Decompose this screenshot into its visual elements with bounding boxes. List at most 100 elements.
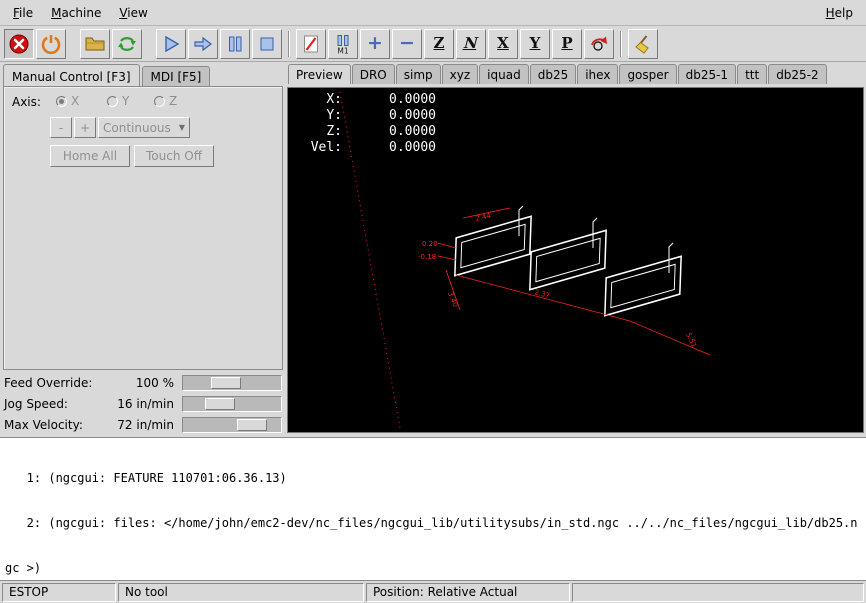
tab-xyz[interactable]: xyz bbox=[442, 64, 479, 84]
jog-speed-row: Jog Speed: 16 in/min bbox=[4, 394, 282, 414]
radio-circle bbox=[107, 96, 118, 107]
tab-manual-control[interactable]: Manual Control [F3] bbox=[3, 64, 140, 86]
view-z-button[interactable]: Z bbox=[424, 29, 454, 59]
tab-ttt[interactable]: ttt bbox=[737, 64, 767, 84]
toolpath-shape-3 bbox=[605, 256, 681, 315]
axis-label: Axis: bbox=[12, 95, 41, 109]
dro-readout: X: 0.0000 Y: 0.0000 Z: 0.0000 Vel: 0.000… bbox=[296, 92, 436, 156]
stop-program-button[interactable] bbox=[252, 29, 282, 59]
menu-help[interactable]: Help bbox=[817, 2, 862, 24]
zoom-in-button[interactable]: + bbox=[360, 29, 390, 59]
slider-handle[interactable] bbox=[237, 419, 267, 431]
tab-mdi[interactable]: MDI [F5] bbox=[142, 66, 211, 86]
jog-speed-slider[interactable] bbox=[182, 396, 282, 412]
zoom-out-button[interactable]: − bbox=[392, 29, 422, 59]
tab-ihex[interactable]: ihex bbox=[577, 64, 618, 84]
max-velocity-label: Max Velocity: bbox=[4, 418, 100, 432]
minus-icon: − bbox=[399, 34, 415, 53]
tab-db25-2[interactable]: db25-2 bbox=[768, 64, 826, 84]
clear-plot-broom-icon bbox=[632, 33, 654, 55]
gcode-line[interactable]: 1: (ngcgui: FEATURE 110701:06.36.13) bbox=[5, 471, 866, 486]
status-filler bbox=[572, 583, 864, 602]
dimension-labels: 0.20 -0.18 2.44 3.40 2.37 5.51 bbox=[418, 212, 698, 349]
toolbar: M1 + − Z N X Y P bbox=[0, 26, 866, 62]
chevron-down-icon: ▼ bbox=[179, 123, 185, 132]
reload-icon bbox=[116, 33, 138, 55]
view-z-icon: Z bbox=[434, 36, 445, 51]
slider-handle[interactable] bbox=[211, 377, 241, 389]
dro-z-value: 0.0000 bbox=[342, 124, 436, 140]
preview-canvas[interactable]: 0.20 -0.18 2.44 3.40 2.37 5.51 X: 0.0000… bbox=[287, 87, 864, 433]
open-file-button[interactable] bbox=[80, 29, 110, 59]
tab-db25[interactable]: db25 bbox=[530, 64, 577, 84]
dimension-lines bbox=[438, 208, 710, 355]
pause-program-button[interactable] bbox=[220, 29, 250, 59]
status-estop: ESTOP bbox=[2, 583, 116, 602]
jog-speed-label: Jog Speed: bbox=[4, 397, 100, 411]
radio-circle bbox=[154, 96, 165, 107]
view-x-button[interactable]: X bbox=[488, 29, 518, 59]
axis-z-label: Z bbox=[169, 94, 177, 108]
axis-y-radio[interactable]: Y bbox=[107, 94, 129, 108]
folder-icon bbox=[84, 33, 106, 55]
view-y-button[interactable]: Y bbox=[520, 29, 550, 59]
stop-icon bbox=[256, 33, 278, 55]
tab-iquad[interactable]: iquad bbox=[479, 64, 529, 84]
axis-y-label: Y bbox=[122, 94, 129, 108]
status-tool: No tool bbox=[118, 583, 364, 602]
menu-view[interactable]: View bbox=[110, 2, 156, 24]
feed-override-row: Feed Override: 100 % bbox=[4, 373, 282, 393]
menu-machine[interactable]: Machine bbox=[42, 2, 110, 24]
tab-gosper[interactable]: gosper bbox=[619, 64, 676, 84]
feed-override-slider[interactable] bbox=[182, 375, 282, 391]
toolbar-separator bbox=[288, 31, 290, 57]
rotate-view-button[interactable] bbox=[584, 29, 614, 59]
gcode-line[interactable]: gc >) bbox=[5, 561, 866, 576]
view-y-icon: Y bbox=[530, 36, 541, 51]
manual-control-panel: Axis: X Y Z - + Continuous ▼ Home All To… bbox=[3, 86, 283, 370]
dro-x-value: 0.0000 bbox=[342, 92, 436, 108]
gcode-listing[interactable]: 1: (ngcgui: FEATURE 110701:06.36.13) 2: … bbox=[0, 437, 866, 581]
view-p-button[interactable]: P bbox=[552, 29, 582, 59]
jog-minus-button[interactable]: - bbox=[50, 117, 72, 138]
right-notebook-tabs: Preview DRO simp xyz iquad db25 ihex gos… bbox=[288, 64, 828, 84]
tab-preview[interactable]: Preview bbox=[288, 64, 351, 84]
tab-db25-1[interactable]: db25-1 bbox=[678, 64, 736, 84]
jog-plus-button[interactable]: + bbox=[74, 117, 96, 138]
toolbar-separator bbox=[620, 31, 622, 57]
pause-icon bbox=[224, 33, 246, 55]
m1-pause-icon: M1 bbox=[332, 33, 354, 55]
step-line-button[interactable] bbox=[188, 29, 218, 59]
tab-simp[interactable]: simp bbox=[396, 64, 441, 84]
jog-mode-value: Continuous bbox=[103, 121, 171, 135]
run-program-button[interactable] bbox=[156, 29, 186, 59]
clear-plot-button[interactable] bbox=[628, 29, 658, 59]
max-velocity-value: 72 in/min bbox=[100, 418, 174, 432]
axis-z-radio[interactable]: Z bbox=[154, 94, 177, 108]
machine-power-button[interactable] bbox=[36, 29, 66, 59]
radio-circle bbox=[56, 96, 67, 107]
estop-button[interactable] bbox=[4, 29, 34, 59]
max-velocity-slider[interactable] bbox=[182, 417, 282, 433]
svg-text:0.20: 0.20 bbox=[422, 240, 438, 248]
home-all-button[interactable]: Home All bbox=[50, 145, 130, 167]
touch-off-button[interactable]: Touch Off bbox=[134, 145, 214, 167]
dro-z-label: Z: bbox=[296, 124, 342, 140]
view-z2-button[interactable]: N bbox=[456, 29, 486, 59]
left-notebook-tabs: Manual Control [F3] MDI [F5] bbox=[3, 64, 212, 86]
toggle-skip-lines-button[interactable] bbox=[296, 29, 326, 59]
axis-x-radio[interactable]: X bbox=[56, 94, 79, 108]
toolpath-shape-1 bbox=[455, 216, 531, 275]
gcode-line[interactable]: 2: (ngcgui: files: </home/john/emc2-dev/… bbox=[5, 516, 866, 531]
toggle-optional-pause-button[interactable]: M1 bbox=[328, 29, 358, 59]
skip-slash-icon bbox=[300, 33, 322, 55]
menu-file[interactable]: File bbox=[4, 2, 42, 24]
dro-x-label: X: bbox=[296, 92, 342, 108]
slider-handle[interactable] bbox=[205, 398, 235, 410]
view-z2-icon: N bbox=[462, 36, 479, 51]
jog-mode-select[interactable]: Continuous ▼ bbox=[98, 117, 190, 138]
view-p-icon: P bbox=[561, 36, 572, 51]
tab-dro[interactable]: DRO bbox=[352, 64, 395, 84]
reload-file-button[interactable] bbox=[112, 29, 142, 59]
dro-y-value: 0.0000 bbox=[342, 108, 436, 124]
